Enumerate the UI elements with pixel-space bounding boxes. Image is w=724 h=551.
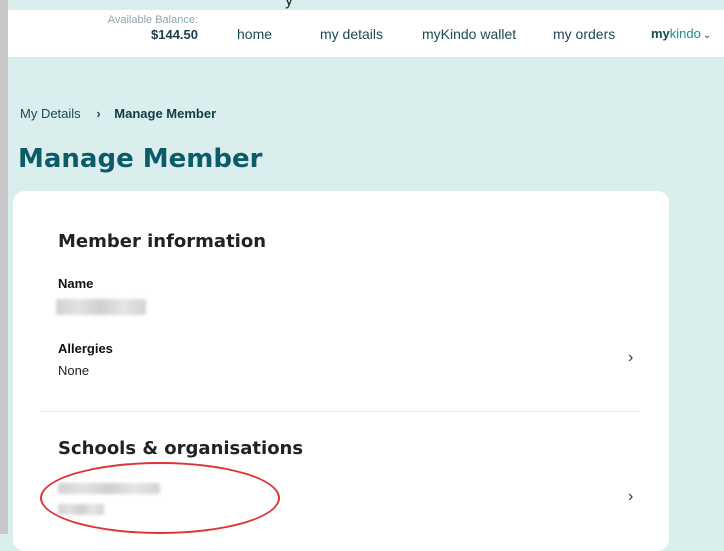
schools-chevron-right-icon[interactable]: › [628, 488, 633, 506]
breadcrumb-current: Manage Member [114, 106, 217, 121]
page-title: Manage Member [18, 144, 263, 174]
top-text-fragment: y [285, 0, 293, 9]
annotation-circle [40, 462, 280, 534]
top-navigation-bar: Available Balance: $144.50 home my detai… [8, 10, 724, 58]
chevron-down-icon: ⌄ [702, 30, 712, 41]
nav-mykindo-menu[interactable]: mykindo ⌄ [651, 26, 711, 41]
mykindo-logo-bold: my [651, 26, 670, 41]
name-value-redacted [56, 299, 146, 315]
balance-amount: $144.50 [151, 27, 198, 42]
member-information-heading: Member information [58, 231, 267, 252]
allergies-label: Allergies [58, 341, 113, 356]
allergies-chevron-right-icon[interactable]: › [628, 349, 633, 367]
nav-my-details[interactable]: my details [320, 26, 383, 42]
balance-label: Available Balance: [107, 14, 198, 26]
mykindo-logo-teal: kindo [669, 26, 701, 41]
breadcrumb: My Details › Manage Member [20, 106, 216, 121]
available-balance: Available Balance: $144.50 [68, 14, 198, 42]
breadcrumb-my-details[interactable]: My Details [20, 106, 81, 121]
section-divider [41, 411, 640, 412]
left-edge-bar [0, 0, 8, 534]
nav-home[interactable]: home [237, 26, 272, 42]
schools-organisations-heading: Schools & organisations [58, 438, 304, 459]
nav-my-orders[interactable]: my orders [553, 26, 615, 42]
allergies-value: None [58, 363, 90, 378]
name-label: Name [58, 276, 94, 291]
breadcrumb-separator-icon: › [96, 106, 101, 121]
nav-mykindo-wallet[interactable]: myKindo wallet [422, 26, 516, 42]
